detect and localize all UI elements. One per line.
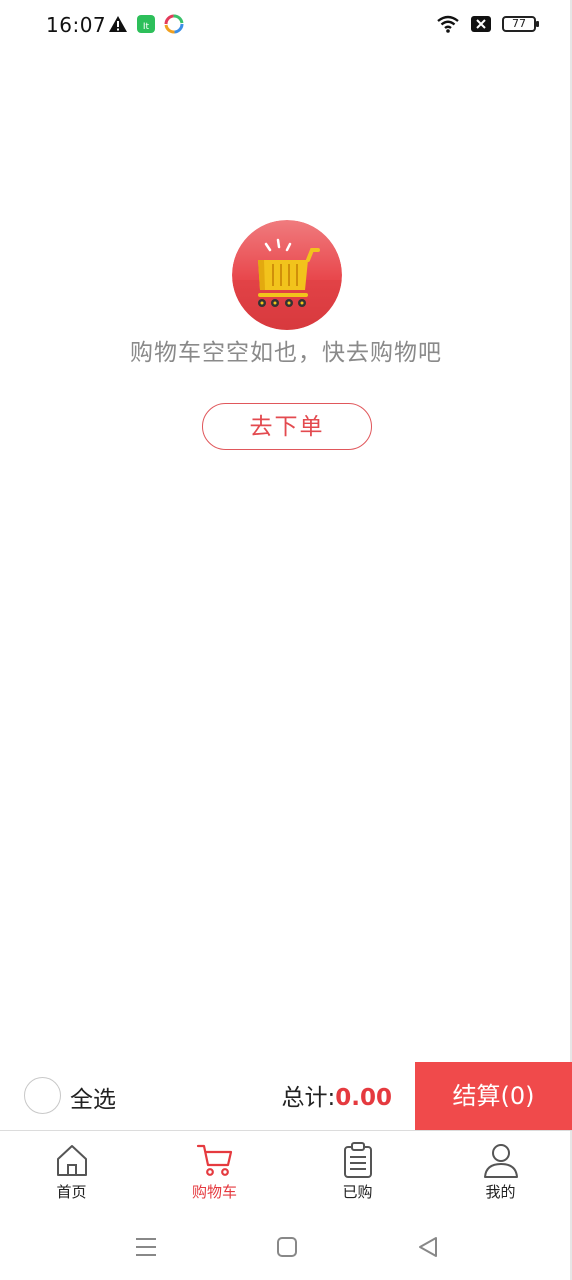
- status-bar: 16:07 It 77: [0, 0, 572, 52]
- green-app-icon: It: [137, 15, 155, 33]
- tab-label: 首页: [56, 1183, 87, 1201]
- empty-cart-image: [232, 220, 342, 330]
- shopping-cart-icon: [232, 220, 342, 330]
- status-right-icons: 77: [436, 14, 539, 34]
- warning-icon: [109, 16, 127, 32]
- home-square-icon[interactable]: [273, 1233, 301, 1261]
- tab-cart[interactable]: 购物车: [143, 1131, 286, 1211]
- user-icon: [483, 1144, 518, 1178]
- no-signal-icon: [471, 16, 491, 32]
- status-time: 16:07: [46, 13, 107, 37]
- status-left-icons: It: [108, 14, 184, 34]
- back-icon[interactable]: [414, 1233, 442, 1261]
- tab-label: 我的: [485, 1183, 516, 1201]
- tab-bar: 首页 购物车 已购 我的: [0, 1131, 572, 1211]
- app-root: 16:07 It 77 购物车空空如也，快去购物吧 去下单 全选 总计:0.00…: [0, 0, 572, 1280]
- empty-cart-message: 购物车空空如也，快去购物吧: [130, 340, 442, 366]
- go-order-button[interactable]: 去下单: [202, 403, 372, 450]
- colorful-app-icon: [164, 14, 184, 34]
- tab-me[interactable]: 我的: [429, 1131, 572, 1211]
- menu-icon[interactable]: [132, 1233, 160, 1261]
- tab-home[interactable]: 首页: [0, 1131, 143, 1211]
- checkout-bar: 全选 总计:0.00 结算(0): [0, 1062, 572, 1130]
- select-all-label[interactable]: 全选: [70, 1080, 116, 1114]
- cart-icon: [196, 1144, 232, 1176]
- clipboard-icon: [343, 1142, 372, 1178]
- wifi-icon: [437, 15, 459, 33]
- total-label: 总计:: [281, 1085, 336, 1111]
- battery-icon: 77: [502, 16, 539, 32]
- select-all-checkbox[interactable]: [24, 1077, 61, 1114]
- tab-label: 购物车: [191, 1183, 237, 1201]
- battery-level: 77: [512, 17, 526, 30]
- home-icon: [56, 1145, 87, 1176]
- total-amount: 0.00: [335, 1085, 392, 1111]
- tab-purchased[interactable]: 已购: [286, 1131, 429, 1211]
- total-price: 总计:0.00: [282, 1078, 393, 1112]
- tab-label: 已购: [342, 1183, 373, 1201]
- system-nav-bar: [0, 1215, 572, 1280]
- checkout-button[interactable]: 结算(0): [415, 1062, 572, 1130]
- svg-text:It: It: [143, 22, 150, 32]
